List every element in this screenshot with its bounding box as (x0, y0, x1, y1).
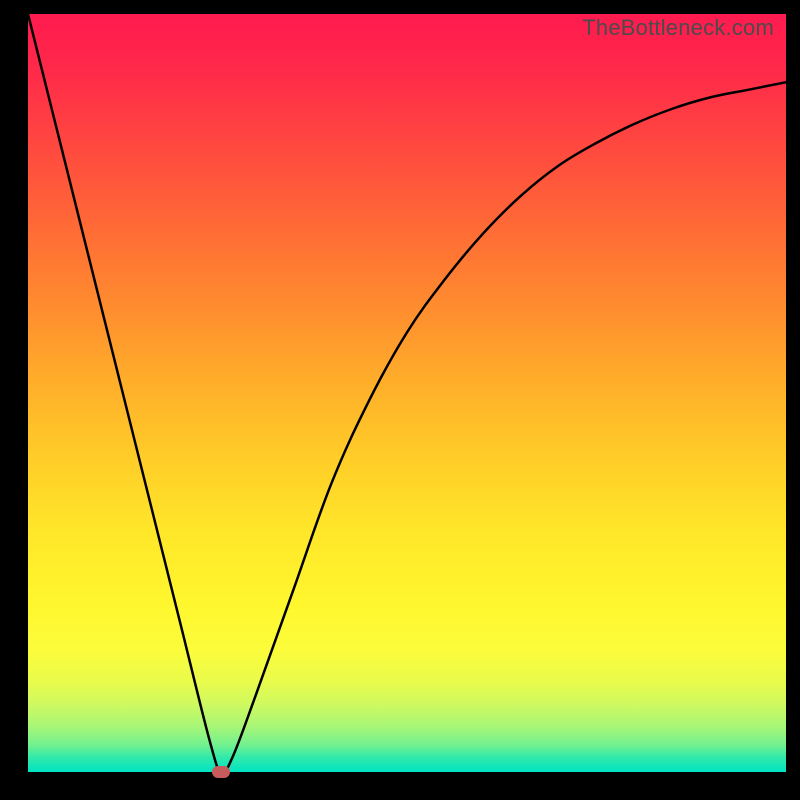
bottleneck-curve (28, 14, 786, 772)
chart-frame: TheBottleneck.com (0, 0, 800, 800)
watermark-text: TheBottleneck.com (582, 15, 774, 41)
curve-path (28, 14, 786, 772)
chart-plot-area: TheBottleneck.com (28, 14, 786, 772)
optimum-marker (212, 766, 230, 778)
